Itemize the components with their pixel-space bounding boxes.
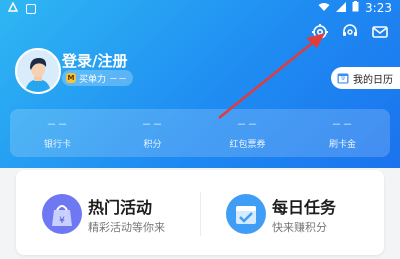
status-bar: 3:23 <box>0 0 400 18</box>
calendar-icon: 9 <box>337 72 349 84</box>
hot-activities-card[interactable]: ¥ 热门活动 精彩活动等你来 <box>16 170 200 255</box>
calendar-label: 我的日历 <box>353 74 393 86</box>
mail-icon[interactable] <box>370 22 390 42</box>
daily-tasks-card[interactable]: 每日任务 快来赚积分 <box>200 170 384 255</box>
my-calendar-button[interactable]: 9 我的日历 <box>331 67 400 89</box>
credit-label: 买单力 <box>79 74 107 85</box>
stat-label: 积分 <box>143 140 162 150</box>
credit-m-icon: M <box>66 73 76 83</box>
stat-value: －－ <box>331 120 354 131</box>
status-time: 3:23 <box>365 1 392 15</box>
card-subtitle: 快来赚积分 <box>272 221 327 234</box>
stat-label: 刷卡金 <box>328 140 356 150</box>
calendar-day: 9 <box>341 75 345 82</box>
stat-bank-card[interactable]: －－ 银行卡 <box>10 109 105 157</box>
stat-label: 红包票券 <box>229 140 266 150</box>
user-avatar-icon <box>17 50 59 92</box>
credit-value: －－ <box>109 74 128 85</box>
stat-card-credit[interactable]: －－ 刷卡金 <box>295 109 390 157</box>
app-notification-icon <box>26 3 36 14</box>
stat-value: －－ <box>141 120 164 131</box>
stat-label: 银行卡 <box>43 140 71 150</box>
gift-bag-icon: ¥ <box>42 194 82 234</box>
avatar[interactable] <box>15 48 61 94</box>
account-stats: －－ 银行卡 －－ 积分 －－ 红包票券 －－ 刷卡金 <box>10 109 390 157</box>
card-title: 每日任务 <box>272 198 337 217</box>
signal-icon <box>336 1 347 15</box>
login-register-link[interactable]: 登录/注册 <box>62 50 127 71</box>
notification-icon <box>7 1 19 15</box>
stat-points[interactable]: －－ 积分 <box>105 109 200 157</box>
stat-value: －－ <box>46 120 69 131</box>
calendar-check-icon <box>226 194 266 234</box>
gift-bag-badge: ¥ <box>59 216 65 226</box>
stat-coupons[interactable]: －－ 红包票券 <box>200 109 295 157</box>
card-subtitle: 精彩活动等你来 <box>88 221 165 234</box>
settings-icon[interactable] <box>310 22 330 42</box>
stat-value: －－ <box>236 120 259 131</box>
wifi-icon <box>318 2 330 15</box>
credit-power-badge[interactable]: M 买单力 －－ <box>62 70 134 86</box>
card-title: 热门活动 <box>88 198 153 217</box>
battery-icon <box>352 1 359 15</box>
customer-service-icon[interactable] <box>340 22 360 42</box>
feature-cards: ¥ 热门活动 精彩活动等你来 每日任务 快来赚积分 <box>16 170 384 255</box>
